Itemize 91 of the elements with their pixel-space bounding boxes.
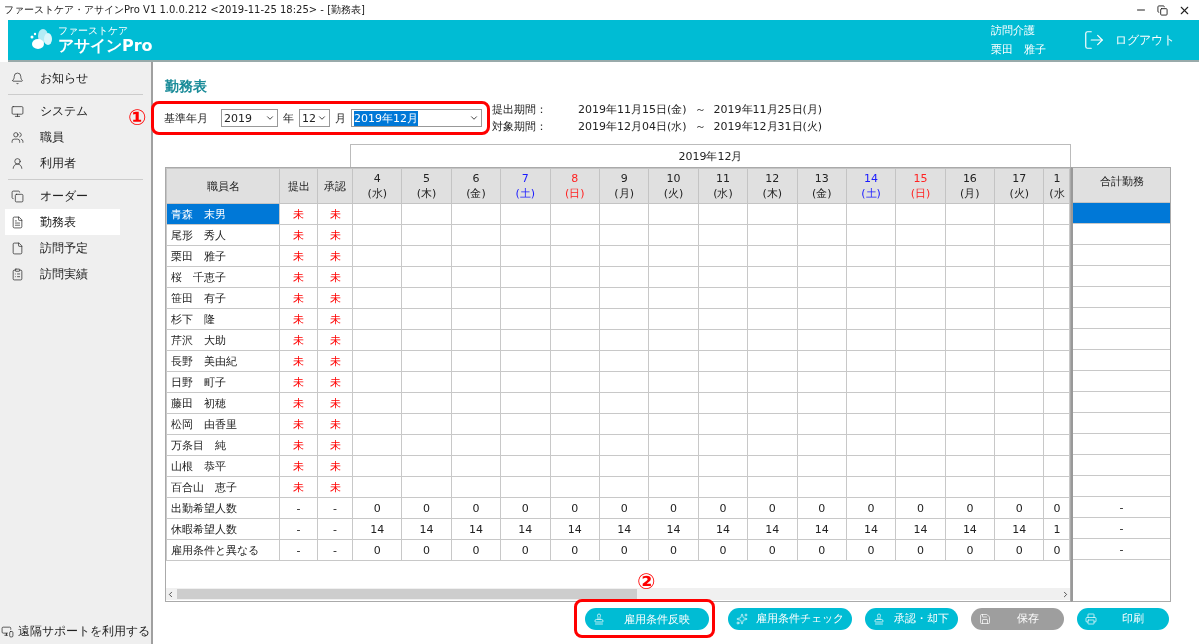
office-name: 訪問介護 bbox=[991, 23, 1036, 38]
row-label: 休暇希望人数 bbox=[166, 518, 280, 540]
period-label: 対象期間： bbox=[492, 119, 548, 134]
person-icon bbox=[11, 156, 24, 170]
staff-name-cell[interactable]: 青森 末男 bbox=[166, 203, 280, 225]
day-header: 16 (月) bbox=[945, 168, 995, 204]
sidebar-item[interactable]: 利用者 bbox=[5, 150, 120, 176]
day-header: 12 (木) bbox=[747, 168, 797, 204]
printer-icon bbox=[1085, 612, 1097, 625]
day-header: 9 (月) bbox=[599, 168, 649, 204]
copy-icon bbox=[11, 189, 24, 203]
caret-icon bbox=[317, 113, 327, 123]
scroll-left-icon[interactable] bbox=[166, 589, 175, 599]
staff-name-cell[interactable]: 百合山 恵子 bbox=[166, 476, 280, 498]
day-header: 17 (火) bbox=[994, 168, 1044, 204]
brand-subtitle: ファーストケア bbox=[58, 24, 129, 36]
period-label: 提出期間： bbox=[492, 102, 548, 117]
day-header: 14 (土) bbox=[846, 168, 896, 204]
horizontal-scrollbar[interactable] bbox=[166, 588, 1070, 600]
field-label: 基準年月 bbox=[164, 110, 209, 126]
year-select[interactable]: 2019 bbox=[221, 109, 278, 127]
sidebar-item[interactable]: オーダー bbox=[5, 183, 120, 209]
staff-name-cell[interactable]: 万条目 純 bbox=[166, 434, 280, 456]
document-icon bbox=[11, 215, 24, 229]
page-title: 勤務表 bbox=[165, 77, 208, 96]
staff-name-cell[interactable]: 松岡 由香里 bbox=[166, 413, 280, 435]
brand-name: アサインPro bbox=[58, 35, 153, 56]
window-title: ファーストケア・アサインPro V1 1.0.0.212 <2019-11-25 18:25> - [勤務表] bbox=[4, 3, 365, 17]
day-header: 1 (水 bbox=[1043, 168, 1070, 204]
month-select[interactable]: 12 bbox=[299, 109, 330, 127]
bee-logo-icon bbox=[28, 29, 52, 51]
caret-icon bbox=[469, 113, 479, 123]
step-number: ① bbox=[128, 106, 147, 130]
document-icon bbox=[11, 241, 24, 255]
sparkle-icon bbox=[736, 612, 748, 625]
bell-icon bbox=[11, 71, 24, 85]
staff-name-cell[interactable]: 芹沢 大助 bbox=[166, 329, 280, 351]
people-icon bbox=[11, 130, 24, 144]
row-label: 雇用条件と異なる bbox=[166, 539, 280, 561]
day-header: 10 (火) bbox=[648, 168, 699, 204]
device-icon bbox=[1, 624, 14, 638]
period-select[interactable]: 2019年12月 bbox=[351, 109, 482, 127]
day-header: 7 (土) bbox=[500, 168, 551, 204]
unit-label: 月 bbox=[335, 110, 346, 126]
staff-name-cell[interactable]: 尾形 秀人 bbox=[166, 224, 280, 246]
day-header: 15 (日) bbox=[895, 168, 946, 204]
period-end: 2019年12月31日(火) bbox=[713, 119, 823, 134]
day-header: 4 (水) bbox=[352, 168, 402, 204]
logout-icon bbox=[1083, 29, 1105, 51]
unit-label: 年 bbox=[283, 110, 294, 126]
day-header: 6 (金) bbox=[451, 168, 501, 204]
column-header: 職員名 bbox=[166, 168, 280, 204]
sidebar-item[interactable]: お知らせ bbox=[5, 65, 120, 91]
tilde-separator: ～ bbox=[694, 102, 706, 117]
caret-icon bbox=[265, 113, 275, 123]
period-start: 2019年12月04日(水) bbox=[578, 119, 687, 134]
staff-name-cell[interactable]: 藤田 初穂 bbox=[166, 392, 280, 414]
staff-name-cell[interactable]: 笹田 有子 bbox=[166, 287, 280, 309]
day-header: 5 (木) bbox=[401, 168, 452, 204]
sidebar-item[interactable]: システム bbox=[5, 98, 120, 124]
staff-name-cell[interactable]: 長野 美由紀 bbox=[166, 350, 280, 372]
column-header: 承認 bbox=[317, 168, 353, 204]
month-header: 2019年12月 bbox=[350, 144, 1071, 167]
restore-icon[interactable] bbox=[1157, 4, 1168, 16]
staff-name-cell[interactable]: 桜 千恵子 bbox=[166, 266, 280, 288]
tilde-separator: ～ bbox=[694, 119, 706, 134]
column-header: 合計勤務 bbox=[1073, 168, 1170, 203]
stamp-icon bbox=[593, 613, 605, 625]
floppy-icon bbox=[979, 612, 991, 625]
remote-support-link[interactable]: 遠隔サポートを利用する bbox=[1, 618, 150, 644]
user-name: 栗田 雅子 bbox=[991, 42, 1047, 57]
period-start: 2019年11月15日(金) bbox=[578, 102, 687, 117]
staff-name-cell[interactable]: 山根 恭平 bbox=[166, 455, 280, 477]
column-header: 提出 bbox=[279, 168, 318, 204]
row-label: 出勤希望人数 bbox=[166, 497, 280, 519]
period-end: 2019年11月25日(月) bbox=[713, 102, 823, 117]
day-header: 13 (金) bbox=[797, 168, 847, 204]
stamp-icon bbox=[873, 612, 885, 625]
day-header: 11 (水) bbox=[698, 168, 748, 204]
staff-name-cell[interactable]: 栗田 雅子 bbox=[166, 245, 280, 267]
step-number: ② bbox=[637, 570, 656, 594]
staff-name-cell[interactable]: 日野 町子 bbox=[166, 371, 280, 393]
scroll-right-icon[interactable] bbox=[1061, 589, 1070, 599]
sidebar-item[interactable]: 勤務表 bbox=[5, 209, 120, 235]
day-header: 8 (日) bbox=[550, 168, 600, 204]
staff-name-cell[interactable]: 杉下 隆 bbox=[166, 308, 280, 330]
sidebar-item[interactable]: 職員 bbox=[5, 124, 120, 150]
clipboard-icon bbox=[11, 267, 24, 281]
monitor-icon bbox=[11, 104, 24, 118]
sidebar-item[interactable]: 訪問予定 bbox=[5, 235, 120, 261]
sidebar-item[interactable]: 訪問実績 bbox=[5, 261, 120, 287]
